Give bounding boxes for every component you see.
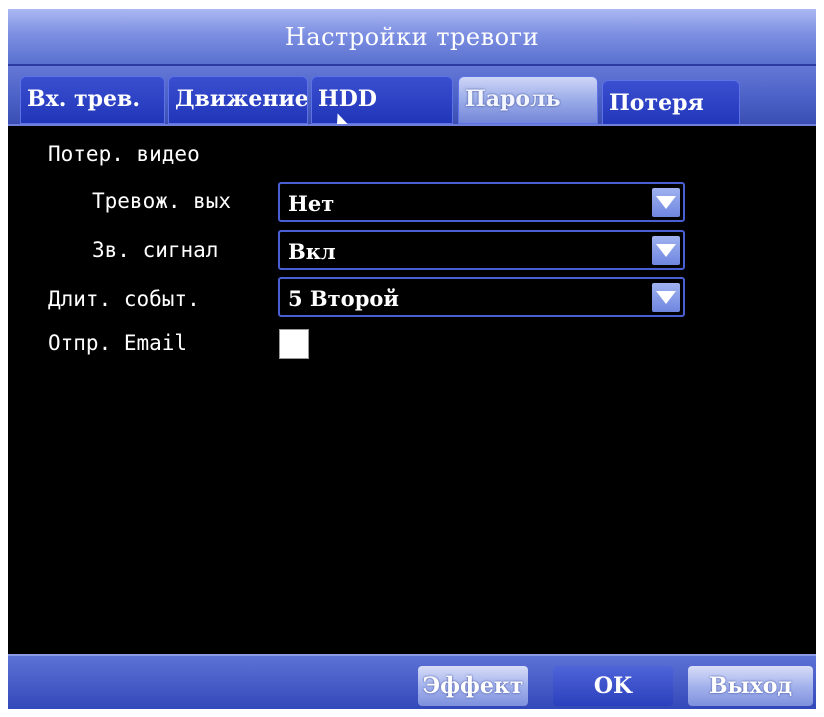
chevron-down-icon[interactable] bbox=[652, 188, 680, 217]
ok-button[interactable]: OK bbox=[553, 666, 673, 706]
sound-value: Вкл bbox=[288, 239, 336, 264]
effect-button[interactable]: Эффект bbox=[418, 666, 528, 706]
tab-password[interactable]: Пароль bbox=[458, 76, 598, 124]
tab-video-loss[interactable]: Потеря bbox=[602, 80, 740, 128]
event-duration-value: 5 Второй bbox=[288, 286, 399, 311]
settings-panel: Потер. видео Тревож. вых Нет Зв. сигнал … bbox=[8, 124, 816, 656]
tab-alarm-input[interactable]: Вх. трев. bbox=[20, 76, 165, 124]
window-title: Настройки тревоги bbox=[284, 23, 540, 51]
exit-button[interactable]: Выход bbox=[688, 666, 813, 706]
event-duration-label: Длит. событ. bbox=[48, 287, 200, 311]
chevron-down-icon[interactable] bbox=[652, 236, 680, 265]
tab-bar: Вх. трев. Движение HDD Пароль Потеря bbox=[8, 66, 816, 128]
chevron-down-icon[interactable] bbox=[652, 283, 680, 312]
sound-label: Зв. сигнал bbox=[92, 238, 219, 262]
bottom-bar: Эффект OK Выход bbox=[8, 654, 816, 709]
send-email-label: Отпр. Email bbox=[48, 331, 188, 355]
event-duration-select[interactable]: 5 Второй bbox=[278, 277, 685, 317]
tab-motion[interactable]: Движение bbox=[168, 76, 308, 124]
send-email-checkbox[interactable] bbox=[279, 329, 309, 359]
title-bar: Настройки тревоги bbox=[8, 9, 816, 66]
section-heading: Потер. видео bbox=[48, 142, 200, 166]
alarm-out-label: Тревож. вых bbox=[92, 189, 232, 213]
alarm-settings-screen: Настройки тревоги Вх. трев. Движение HDD… bbox=[8, 9, 816, 709]
sound-select[interactable]: Вкл bbox=[278, 230, 685, 270]
alarm-out-select[interactable]: Нет bbox=[278, 182, 685, 222]
alarm-out-value: Нет bbox=[288, 191, 335, 216]
